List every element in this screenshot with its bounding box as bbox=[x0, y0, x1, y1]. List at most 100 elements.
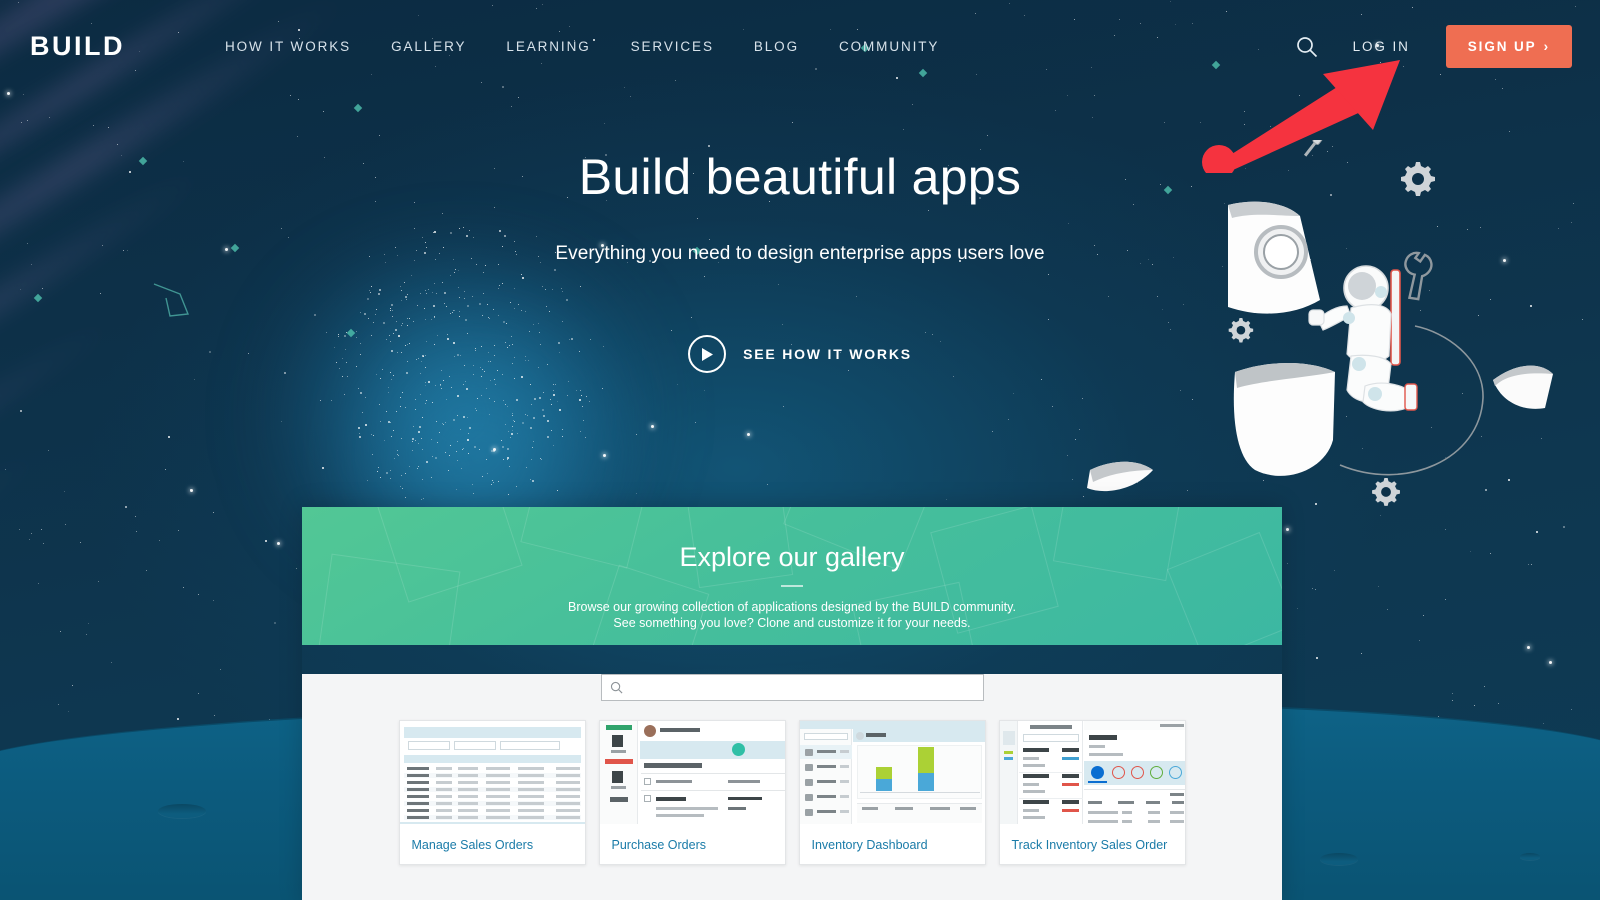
card-title: Purchase Orders bbox=[611, 838, 706, 852]
star bbox=[183, 587, 185, 589]
nav-gallery[interactable]: GALLERY bbox=[371, 31, 486, 62]
star bbox=[1092, 117, 1094, 119]
star bbox=[146, 570, 148, 572]
star bbox=[695, 422, 697, 424]
star bbox=[1041, 379, 1043, 381]
nav-links: HOW IT WORKS GALLERY LEARNING SERVICES BLOG C… bbox=[205, 31, 1291, 62]
star bbox=[64, 491, 66, 493]
star bbox=[1380, 515, 1382, 517]
star bbox=[518, 97, 520, 99]
see-how-it-works-button[interactable]: SEE HOW IT WORKS bbox=[688, 335, 912, 373]
star bbox=[511, 106, 513, 108]
star bbox=[125, 506, 128, 509]
card-title: Inventory Dashboard bbox=[811, 838, 928, 852]
gallery-search-input[interactable] bbox=[628, 680, 975, 695]
star bbox=[992, 431, 994, 433]
star bbox=[1067, 95, 1069, 97]
star bbox=[783, 406, 785, 408]
nav-services[interactable]: SERVICES bbox=[611, 31, 734, 62]
login-button[interactable]: LOG IN bbox=[1337, 31, 1426, 62]
gallery-card-manage-sales-orders[interactable]: Manage Sales Orders bbox=[398, 720, 586, 865]
star bbox=[1387, 609, 1389, 611]
star bbox=[194, 379, 196, 381]
star bbox=[177, 718, 180, 721]
star bbox=[1072, 479, 1074, 481]
star bbox=[198, 594, 200, 596]
star bbox=[213, 600, 215, 602]
star bbox=[1270, 126, 1272, 128]
gallery-card-track-inventory-sales-order[interactable]: Track Inventory Sales Order bbox=[998, 720, 1186, 865]
star bbox=[72, 685, 74, 687]
crater-1 bbox=[158, 804, 206, 818]
brand-logo[interactable]: BUILD bbox=[30, 31, 205, 62]
star bbox=[1571, 709, 1573, 711]
star bbox=[1470, 551, 1472, 553]
star bbox=[912, 104, 914, 106]
signup-button[interactable]: SIGN UP › bbox=[1445, 25, 1572, 68]
star bbox=[1419, 640, 1421, 642]
star bbox=[1361, 653, 1363, 655]
page-title: Build beautiful apps bbox=[578, 149, 1022, 205]
signup-label: SIGN UP bbox=[1467, 39, 1537, 54]
star bbox=[274, 622, 277, 625]
card-thumbnail bbox=[399, 721, 585, 824]
star bbox=[1474, 705, 1476, 707]
star bbox=[1297, 608, 1299, 610]
card-thumbnail bbox=[599, 721, 785, 824]
card-thumbnail bbox=[999, 721, 1185, 824]
star bbox=[747, 433, 751, 437]
star bbox=[1543, 723, 1545, 725]
star bbox=[604, 123, 606, 125]
play-icon bbox=[688, 335, 727, 373]
star bbox=[903, 129, 905, 131]
star bbox=[767, 484, 769, 486]
star bbox=[704, 390, 706, 392]
star bbox=[379, 135, 381, 137]
gallery-panel: Explore our gallery Browse our growing c… bbox=[302, 507, 1282, 900]
star bbox=[1315, 589, 1317, 591]
star bbox=[1094, 95, 1096, 97]
gallery-card-purchase-orders[interactable]: Purchase Orders bbox=[598, 720, 786, 865]
star bbox=[1452, 700, 1454, 702]
hero-section: Build beautiful apps Everything you need… bbox=[0, 150, 1600, 373]
star bbox=[1287, 563, 1289, 565]
star bbox=[1079, 429, 1081, 431]
gallery-search-box[interactable] bbox=[600, 674, 984, 701]
star bbox=[1075, 439, 1077, 441]
star bbox=[168, 436, 171, 439]
star bbox=[708, 145, 711, 148]
star bbox=[677, 384, 679, 386]
star bbox=[65, 524, 67, 526]
star bbox=[1200, 122, 1202, 124]
gallery-header: Explore our gallery Browse our growing c… bbox=[302, 507, 1282, 645]
search-icon[interactable] bbox=[1291, 31, 1323, 63]
nav-blog[interactable]: BLOG bbox=[734, 31, 819, 62]
star bbox=[1549, 661, 1553, 665]
hero-subtitle: Everything you need to design enterprise… bbox=[555, 243, 1045, 264]
crater-3 bbox=[1520, 853, 1540, 860]
star bbox=[178, 530, 180, 532]
nav-right-actions: LOG IN SIGN UP › bbox=[1291, 25, 1572, 68]
nav-community[interactable]: COMMUNITY bbox=[819, 31, 959, 62]
nav-how-it-works[interactable]: HOW IT WORKS bbox=[205, 31, 371, 62]
star bbox=[630, 96, 632, 98]
star bbox=[136, 531, 138, 533]
gallery-divider bbox=[781, 585, 803, 587]
star bbox=[43, 543, 45, 545]
star bbox=[1067, 455, 1069, 457]
star bbox=[1286, 528, 1290, 532]
star bbox=[1008, 419, 1010, 421]
rocket-body bbox=[1233, 362, 1335, 476]
star bbox=[987, 135, 989, 137]
gallery-card-inventory-dashboard[interactable]: Inventory Dashboard bbox=[798, 720, 986, 865]
star bbox=[1244, 124, 1246, 126]
star bbox=[296, 568, 298, 570]
top-navigation-bar: BUILD HOW IT WORKS GALLERY LEARNING SERVICE… bbox=[0, 0, 1600, 93]
nav-learning[interactable]: LEARNING bbox=[486, 31, 610, 62]
star bbox=[214, 715, 216, 717]
star bbox=[1563, 526, 1566, 529]
star bbox=[41, 529, 43, 531]
star bbox=[946, 499, 948, 501]
star bbox=[1083, 496, 1085, 498]
star bbox=[1509, 131, 1511, 133]
